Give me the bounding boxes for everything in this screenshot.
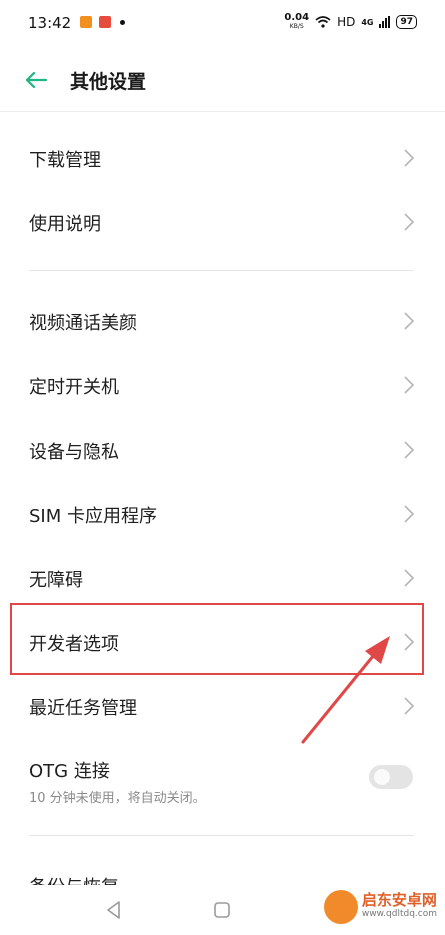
network-speed-value: 0.04 [284, 12, 310, 23]
chevron-right-icon [404, 149, 415, 167]
notification-icon [80, 16, 92, 28]
otg-toggle[interactable] [369, 765, 413, 789]
settings-item-backup-restore[interactable]: 备份与恢复 [0, 853, 445, 885]
home-nav-icon[interactable] [211, 899, 233, 921]
page-title: 其他设置 [70, 71, 147, 93]
back-arrow-icon[interactable] [22, 66, 50, 94]
chevron-right-icon [404, 441, 415, 459]
settings-item-recent-tasks[interactable]: 最近任务管理 [0, 674, 445, 738]
chevron-right-icon [404, 569, 415, 587]
settings-item-label: 下载管理 [29, 150, 101, 171]
hd-indicator: HD [337, 15, 356, 29]
settings-item-scheduled-power[interactable]: 定时开关机 [0, 353, 445, 417]
settings-item-device-privacy[interactable]: 设备与隐私 [0, 418, 445, 482]
settings-item-label: 视频通话美颜 [29, 313, 137, 334]
chevron-right-icon [404, 376, 415, 394]
watermark-title: 启东安卓网 [361, 891, 437, 909]
settings-item-label: OTG 连接 [29, 761, 110, 782]
settings-item-label: 使用说明 [29, 214, 101, 235]
network-speed: 0.04 KB/S [284, 13, 309, 31]
network-speed-unit: KB/S [289, 23, 304, 30]
header-divider [0, 111, 445, 112]
highlight-box [10, 603, 424, 675]
settings-item-label: 定时开关机 [29, 377, 119, 398]
navigation-bar: 启东安卓网 www.qdltdq.com [0, 885, 445, 935]
watermark-url: www.qdltdq.com [361, 909, 437, 919]
battery-level: 97 [400, 17, 413, 27]
chevron-right-icon [404, 697, 415, 715]
section-divider [29, 835, 414, 836]
settings-item-label: SIM 卡应用程序 [29, 506, 157, 527]
chevron-right-icon [404, 312, 415, 330]
settings-item-description: 10 分钟未使用，将自动关闭。 [29, 791, 206, 806]
chevron-right-icon [404, 213, 415, 231]
watermark-logo [323, 890, 358, 924]
signal-icon [379, 16, 391, 28]
settings-item-otg: OTG 连接 10 分钟未使用，将自动关闭。 [0, 745, 445, 809]
chevron-right-icon [404, 505, 415, 523]
settings-item-label: 最近任务管理 [29, 698, 137, 719]
status-time: 13:42 [28, 14, 72, 32]
settings-item-video-call-beauty[interactable]: 视频通话美颜 [0, 289, 445, 353]
wifi-icon [315, 16, 331, 28]
settings-item-sim-apps[interactable]: SIM 卡应用程序 [0, 482, 445, 546]
more-notifications-icon [120, 20, 125, 25]
settings-item-label: 无障碍 [29, 570, 83, 591]
section-divider [29, 270, 414, 271]
settings-item-user-guide[interactable]: 使用说明 [0, 190, 445, 254]
settings-item-accessibility[interactable]: 无障碍 [0, 546, 445, 610]
settings-item-download-manager[interactable]: 下载管理 [0, 126, 445, 190]
battery-icon: 97 [396, 15, 417, 29]
toggle-knob [374, 769, 390, 785]
settings-item-label: 设备与隐私 [29, 442, 119, 463]
network-type: 4G [361, 17, 374, 27]
notification-icon [99, 16, 111, 28]
app-header: 其他设置 [0, 48, 445, 112]
watermark: 启东安卓网 www.qdltdq.com [323, 890, 437, 924]
status-bar: 13:42 0.04 KB/S HD 4G 97 [0, 0, 445, 48]
back-nav-icon[interactable] [103, 899, 125, 921]
settings-item-label: 备份与恢复 [29, 873, 119, 885]
